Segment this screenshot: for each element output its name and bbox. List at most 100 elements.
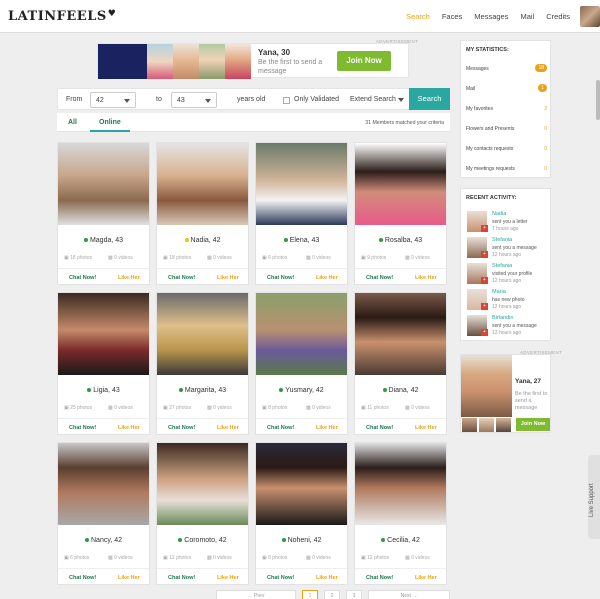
profile-name[interactable]: Noheni, 42 — [256, 537, 347, 544]
pager-page-1[interactable]: 1 — [302, 590, 318, 599]
profile-name[interactable]: Margarita, 43 — [157, 387, 248, 394]
profile-photo[interactable] — [355, 143, 446, 225]
site-logo[interactable]: LATINFEELS♥ — [8, 9, 116, 24]
profile-card[interactable]: Ligia, 43 ▣ 25 photos ▩ 0 videos Chat Now! L… — [57, 292, 150, 435]
stat-favorites[interactable]: My favorites 2 — [466, 106, 547, 116]
chat-now-button[interactable]: Chat Now! — [69, 575, 96, 581]
profile-photo[interactable] — [157, 293, 248, 375]
activity-item[interactable]: + Nadia sent you a letter 7 hours ago — [467, 211, 549, 235]
like-her-button[interactable]: Like Her — [316, 575, 338, 581]
profile-card[interactable]: Cecilia, 42 ▣ 12 photos ▩ 0 videos Chat Now… — [354, 442, 447, 585]
stat-flowers[interactable]: Flowers and Presents 0 — [466, 126, 547, 136]
activity-item[interactable]: + Stefania sent you a message 12 hours ago — [467, 237, 549, 261]
stat-contacts[interactable]: My contacts requests 0 — [466, 146, 547, 156]
profile-card[interactable]: Noheni, 42 ▣ 8 photos ▩ 0 videos Chat Now! L… — [255, 442, 348, 585]
profile-name[interactable]: Elena, 43 — [256, 237, 347, 244]
profile-name[interactable]: Diana, 42 — [355, 387, 446, 394]
extend-search-select[interactable]: Extend Search — [345, 92, 409, 108]
chat-now-button[interactable]: Chat Now! — [366, 425, 393, 431]
activity-name[interactable]: Stefania — [492, 237, 512, 243]
activity-name[interactable]: Birlandin — [492, 315, 513, 321]
chat-now-button[interactable]: Chat Now! — [366, 575, 393, 581]
profile-card[interactable]: Magda, 43 ▣ 18 photos ▩ 0 videos Chat Now! L… — [57, 142, 150, 285]
top-advertisement[interactable]: Yana, 30 Be the first to send a message … — [97, 43, 409, 79]
profile-photo[interactable] — [157, 443, 248, 525]
like-her-button[interactable]: Like Her — [415, 575, 437, 581]
activity-item[interactable]: + Maria has new photo 12 hours ago — [467, 289, 549, 313]
profile-photo[interactable] — [256, 443, 347, 525]
profile-card[interactable]: Nadia, 42 ▣ 18 photos ▩ 0 videos Chat Now! L… — [156, 142, 249, 285]
like-her-button[interactable]: Like Her — [316, 425, 338, 431]
chat-now-button[interactable]: Chat Now! — [168, 275, 195, 281]
activity-name[interactable]: Nadia — [492, 211, 506, 217]
like-her-button[interactable]: Like Her — [217, 425, 239, 431]
like-her-button[interactable]: Like Her — [415, 275, 437, 281]
like-her-button[interactable]: Like Her — [217, 275, 239, 281]
like-her-button[interactable]: Like Her — [316, 275, 338, 281]
nav-mail[interactable]: Mail — [520, 12, 534, 21]
profile-card[interactable]: Nancy, 42 ▣ 6 photos ▩ 0 videos Chat Now! Li… — [57, 442, 150, 585]
tab-all[interactable]: All — [68, 119, 77, 126]
pager-prev[interactable]: ← Prev — [216, 590, 296, 599]
activity-item[interactable]: + Stefania visited your profile 12 hours ag… — [467, 263, 549, 287]
live-support-tab[interactable]: Live Support — [588, 455, 600, 539]
profile-photo[interactable] — [58, 143, 149, 225]
profile-card[interactable]: Elena, 43 ▣ 6 photos ▩ 0 videos Chat Now! Li… — [255, 142, 348, 285]
like-her-button[interactable]: Like Her — [118, 275, 140, 281]
chat-now-button[interactable]: Chat Now! — [168, 425, 195, 431]
activity-name[interactable]: Maria — [492, 289, 506, 295]
profile-photo[interactable] — [355, 443, 446, 525]
chat-now-button[interactable]: Chat Now! — [366, 275, 393, 281]
like-her-button[interactable]: Like Her — [217, 575, 239, 581]
age-from-select[interactable]: 42 — [90, 92, 136, 108]
profile-name[interactable]: Yusmary, 42 — [256, 387, 347, 394]
stat-meetings[interactable]: My meetings requests 0 — [466, 166, 547, 176]
ad-side-join-button[interactable]: Join Now — [516, 418, 550, 431]
age-to-select[interactable]: 43 — [171, 92, 217, 108]
nav-credits[interactable]: Credits — [546, 12, 570, 21]
chat-now-button[interactable]: Chat Now! — [168, 575, 195, 581]
profile-name[interactable]: Nancy, 42 — [58, 537, 149, 544]
only-validated-checkbox[interactable] — [283, 97, 290, 104]
nav-faces[interactable]: Faces — [442, 12, 462, 21]
ad-join-button[interactable]: Join Now — [337, 51, 391, 71]
chat-now-button[interactable]: Chat Now! — [69, 425, 96, 431]
chat-now-button[interactable]: Chat Now! — [267, 275, 294, 281]
chat-now-button[interactable]: Chat Now! — [267, 575, 294, 581]
profile-card[interactable]: Margarita, 43 ▣ 27 photos ▩ 0 videos Chat N… — [156, 292, 249, 435]
profile-card[interactable]: Yusmary, 42 ▣ 8 photos ▩ 0 videos Chat Now!… — [255, 292, 348, 435]
profile-photo[interactable] — [256, 293, 347, 375]
chat-now-button[interactable]: Chat Now! — [69, 275, 96, 281]
user-avatar[interactable] — [580, 6, 600, 27]
search-button[interactable]: Search — [409, 88, 450, 110]
profile-name[interactable]: Coromoto, 42 — [157, 537, 248, 544]
nav-search[interactable]: Search — [406, 12, 430, 21]
pager-next[interactable]: Next → — [368, 590, 450, 599]
like-her-button[interactable]: Like Her — [118, 575, 140, 581]
profile-name[interactable]: Magda, 43 — [58, 237, 149, 244]
profile-name[interactable]: Nadia, 42 — [157, 237, 248, 244]
stat-mail[interactable]: Mail 1 — [466, 84, 547, 96]
side-advertisement[interactable]: Yana, 27 Be the first to send a message … — [460, 354, 551, 433]
activity-name[interactable]: Stefania — [492, 263, 512, 269]
profile-name[interactable]: Rosalba, 43 — [355, 237, 446, 244]
profile-photo[interactable] — [157, 143, 248, 225]
profile-card[interactable]: Diana, 42 ▣ 11 photos ▩ 0 videos Chat Now! L… — [354, 292, 447, 435]
pager-page-2[interactable]: 2 — [324, 590, 340, 599]
like-her-button[interactable]: Like Her — [118, 425, 140, 431]
tab-online[interactable]: Online — [90, 119, 130, 132]
activity-item[interactable]: + Birlandin sent you a message 12 hours ago — [467, 315, 549, 339]
stat-messages[interactable]: Messages 18 — [466, 64, 547, 76]
profile-card[interactable]: Coromoto, 42 ▣ 12 photos ▩ 0 videos Chat No… — [156, 442, 249, 585]
chat-now-button[interactable]: Chat Now! — [267, 425, 294, 431]
profile-card[interactable]: Rosalba, 43 ▣ 9 photos ▩ 0 videos Chat Now!… — [354, 142, 447, 285]
profile-name[interactable]: Cecilia, 42 — [355, 537, 446, 544]
like-her-button[interactable]: Like Her — [415, 425, 437, 431]
profile-photo[interactable] — [58, 443, 149, 525]
profile-name[interactable]: Ligia, 43 — [58, 387, 149, 394]
pager-page-3[interactable]: 3 — [346, 590, 362, 599]
profile-photo[interactable] — [355, 293, 446, 375]
profile-photo[interactable] — [58, 293, 149, 375]
page-scrollbar[interactable] — [596, 80, 600, 120]
profile-photo[interactable] — [256, 143, 347, 225]
